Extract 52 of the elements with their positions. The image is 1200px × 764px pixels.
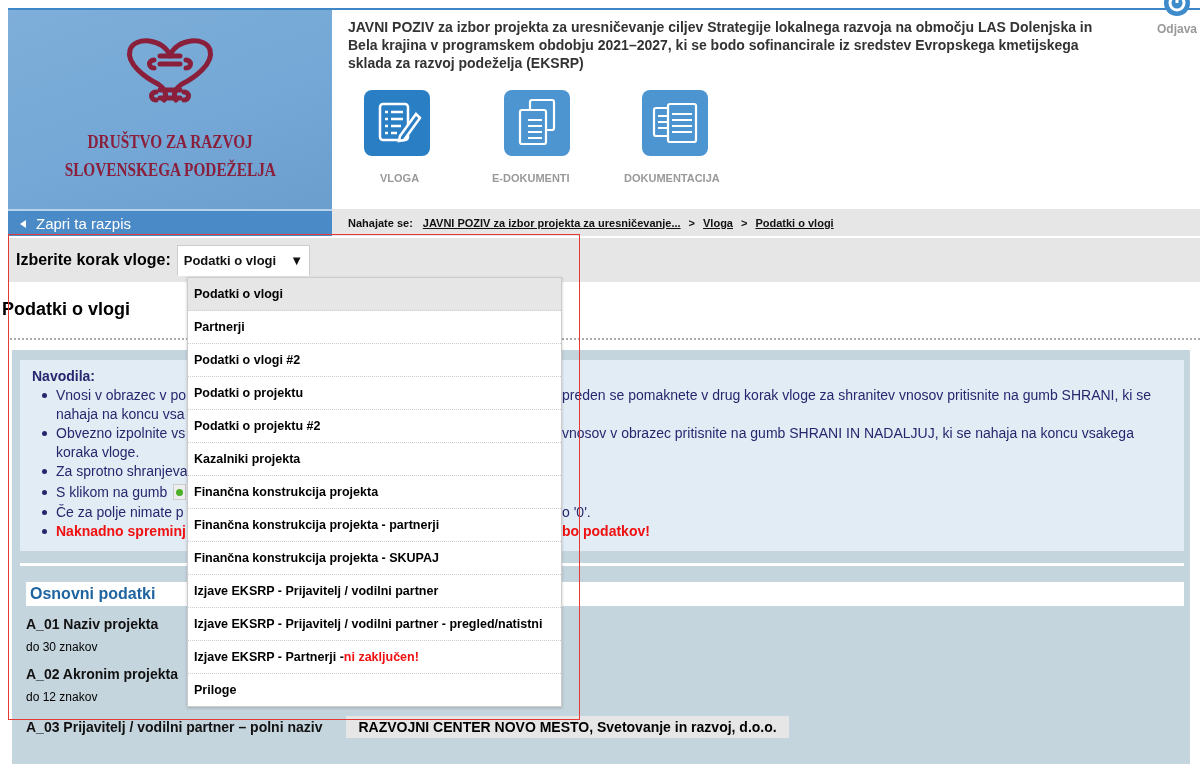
bullet-icon xyxy=(41,431,47,436)
field-hint: do 30 znakov xyxy=(26,640,98,654)
bullet-icon xyxy=(41,469,47,474)
documents-icon[interactable] xyxy=(642,90,708,156)
logo-text: DRUŠTVO ZA RAZVOJ xyxy=(87,130,253,154)
instruction-text: S klikom na gumb xyxy=(56,483,168,502)
step-option[interactable]: Kazalniki projekta xyxy=(188,443,561,476)
caret-icon xyxy=(20,219,26,228)
form-pen-icon[interactable] xyxy=(364,90,430,156)
call-title: JAVNI POZIV za izbor projekta za uresničevanje ciljev Strategije lokalnega razvoja na območju LAS Dolenjska in Bela krajina v programskem obdobju 2021–2027, ki se bodo sofinancirale iz sredstev Evropskega kmetijskega sklada za razvoj podeželja (EKSRP) xyxy=(348,18,1094,72)
bullet-icon xyxy=(41,510,47,515)
step-option[interactable]: Izjave EKSRP - Partnerji -ni zaključen! xyxy=(188,641,561,674)
step-option[interactable]: Priloge xyxy=(188,674,561,706)
instruction-text: Če za polje nimate p xyxy=(56,503,184,522)
step-option[interactable]: Finančna konstrukcija projekta xyxy=(188,476,561,509)
step-label: Izberite korak vloge: xyxy=(16,251,171,269)
instruction-text: Obvezno izpolnite vs xyxy=(56,424,186,443)
instruction-text: nahaja na koncu vsa xyxy=(56,405,185,424)
instruction-text: Vnosi v obrazec v po xyxy=(56,386,186,405)
field-label: A_02 Akronim projekta xyxy=(26,666,178,682)
instruction-text: bo podatkov! xyxy=(562,522,651,541)
breadcrumb-link[interactable]: Vloga xyxy=(703,216,733,229)
bullet-icon xyxy=(41,529,47,534)
field-label: A_03 Prijavitelj / vodilni partner – polni naziv xyxy=(26,719,323,735)
breadcrumb-separator: > xyxy=(688,216,696,229)
field-value: RAZVOJNI CENTER NOVO MESTO, Svetovanje in razvoj, d.o.o. xyxy=(346,716,789,738)
bullet-icon xyxy=(41,393,47,398)
breadcrumb-link[interactable]: JAVNI POZIV za izbor projekta za uresničevanje... xyxy=(422,216,681,229)
step-option[interactable]: Podatki o projektu xyxy=(188,377,561,410)
instruction-text: koraka vloge. xyxy=(56,443,140,462)
step-option[interactable]: Finančna konstrukcija projekta - SKUPAJ xyxy=(188,542,561,575)
e-document-icon[interactable] xyxy=(504,90,570,156)
back-link[interactable]: Zapri ta razpis xyxy=(8,209,332,236)
field-hint: do 12 znakov xyxy=(26,690,98,704)
power-icon[interactable] xyxy=(1162,0,1192,18)
step-option[interactable]: Podatki o projektu #2 xyxy=(188,410,561,443)
step-option[interactable]: Finančna konstrukcija projekta - partnerji xyxy=(188,509,561,542)
step-option[interactable]: Podatki o vlogi #2 xyxy=(188,344,561,377)
breadcrumb-label: Nahajate se: xyxy=(348,216,413,229)
step-option[interactable]: Izjave EKSRP - Prijavitelj / vodilni partner - pregled/natistni xyxy=(188,608,561,641)
logo-text: SLOVENSKEGA PODEŽELJA xyxy=(64,158,276,182)
instruction-text: Za sprotno shranjeva xyxy=(56,462,188,481)
instruction-text: Naknadno spreminj xyxy=(56,522,186,541)
bullet-icon xyxy=(41,489,47,495)
instructions-title: Navodila: xyxy=(32,368,96,384)
step-option[interactable]: Izjave EKSRP - Prijavitelj / vodilni partner xyxy=(188,575,561,608)
step-select[interactable]: Podatki o vlogi ▼ xyxy=(176,244,311,276)
field-label: A_01 Naziv projekta xyxy=(26,616,159,632)
step-option[interactable]: Podatki o vlogi xyxy=(188,278,561,311)
breadcrumb-link[interactable]: Podatki o vlogi xyxy=(755,216,834,229)
breadcrumb-separator: > xyxy=(741,216,748,229)
step-option[interactable]: Partnerji xyxy=(188,311,561,344)
